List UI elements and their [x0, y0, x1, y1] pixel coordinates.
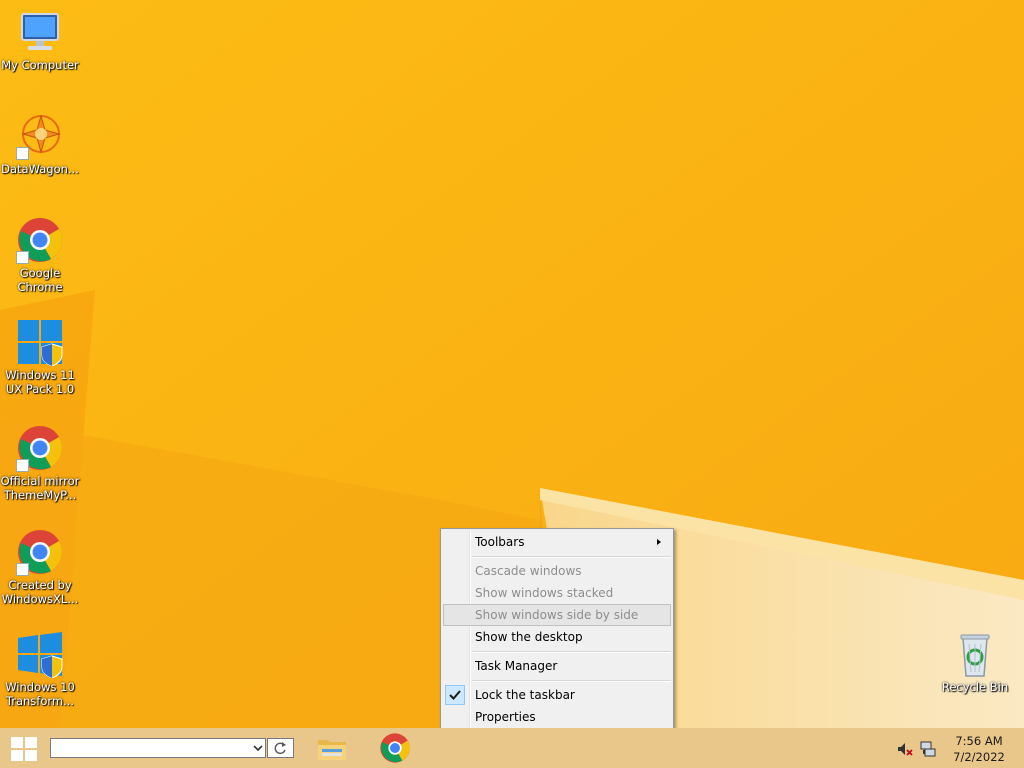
- desktop-icon-label: Created by WindowsXL...: [1, 578, 79, 606]
- shortcut-arrow-icon: [16, 459, 29, 472]
- chrome-icon: [380, 733, 410, 763]
- address-search-box[interactable]: [50, 738, 266, 758]
- menu-item-cascade-windows[interactable]: Cascade windows: [443, 560, 671, 582]
- desktop-icon-label: DataWagon...: [1, 162, 79, 176]
- clock-date: 7/2/2022: [953, 750, 1005, 764]
- desktop-icon-official-mirror[interactable]: Official mirror ThemeMyP...: [0, 424, 80, 502]
- chevron-down-icon[interactable]: [253, 745, 263, 752]
- menu-item-show-the-desktop[interactable]: Show the desktop: [443, 626, 671, 648]
- clock-time: 7:56 AM: [955, 734, 1003, 748]
- shortcut-arrow-icon: [16, 251, 29, 264]
- menu-item-label: Task Manager: [475, 659, 558, 673]
- checkmark-box: [445, 685, 465, 705]
- menu-item-lock-the-taskbar[interactable]: Lock the taskbar: [443, 684, 671, 706]
- menu-item-label: Cascade windows: [475, 564, 582, 578]
- windows-shield-icon: [16, 318, 64, 367]
- desktop-icon-label: Windows 10 Transform...: [5, 680, 75, 708]
- chrome-icon: [16, 216, 64, 264]
- desktop-icon-windows-11-ux-pack[interactable]: Windows 11 UX Pack 1.0: [0, 318, 80, 396]
- submenu-arrow-icon: [657, 539, 661, 545]
- menu-separator: [472, 556, 671, 558]
- taskbar-google-chrome[interactable]: [379, 732, 411, 764]
- menu-item-properties[interactable]: Properties: [443, 706, 671, 728]
- menu-item-show-windows-stacked[interactable]: Show windows stacked: [443, 582, 671, 604]
- menu-item-label: Show windows side by side: [475, 608, 639, 622]
- datawagon-icon: [16, 112, 64, 160]
- folder-icon: [318, 740, 346, 760]
- taskbar-file-explorer[interactable]: [316, 732, 348, 764]
- refresh-button[interactable]: [267, 738, 294, 758]
- network-icon[interactable]: [920, 741, 936, 757]
- checkmark-icon: [449, 690, 461, 700]
- windows-shield-icon: [16, 630, 64, 679]
- taskbar-context-menu: Toolbars Cascade windows Show windows st…: [440, 528, 674, 732]
- desktop-icon-datawagon[interactable]: DataWagon...: [0, 112, 80, 176]
- refresh-icon: [274, 742, 286, 755]
- computer-icon: [16, 8, 64, 56]
- shortcut-arrow-icon: [16, 563, 29, 576]
- desktop-icon-label: Windows 11 UX Pack 1.0: [5, 368, 75, 396]
- shortcut-arrow-icon: [16, 147, 29, 160]
- menu-item-task-manager[interactable]: Task Manager: [443, 655, 671, 677]
- menu-item-label: Toolbars: [475, 535, 525, 549]
- desktop-icon-google-chrome[interactable]: Google Chrome: [0, 216, 80, 294]
- menu-item-label: Show the desktop: [475, 630, 583, 644]
- speaker-muted-icon[interactable]: [897, 741, 913, 757]
- menu-item-label: Show windows stacked: [475, 586, 614, 600]
- desktop-icon-my-computer[interactable]: My Computer: [0, 8, 80, 72]
- desktop-icon-created-by[interactable]: Created by WindowsXL...: [0, 528, 80, 606]
- chrome-icon: [16, 424, 64, 472]
- desktop-icon-recycle-bin[interactable]: Recycle Bin: [935, 630, 1015, 694]
- menu-item-label: Lock the taskbar: [475, 688, 575, 702]
- menu-item-label: Properties: [475, 710, 536, 724]
- windows-logo-icon: [11, 737, 37, 761]
- taskbar[interactable]: 7:56 AM 7/2/2022: [0, 728, 1024, 768]
- system-clock[interactable]: 7:56 AM 7/2/2022: [944, 733, 1014, 765]
- desktop-icon-label: Google Chrome: [17, 266, 63, 294]
- menu-separator: [472, 680, 671, 682]
- chrome-icon: [16, 528, 64, 576]
- desktop-icon-label: My Computer: [1, 58, 79, 72]
- menu-separator: [472, 651, 671, 653]
- search-input[interactable]: [53, 740, 243, 756]
- desktop-icon-windows-10-transform[interactable]: Windows 10 Transform...: [0, 630, 80, 708]
- menu-item-toolbars[interactable]: Toolbars: [443, 531, 671, 553]
- menu-item-show-windows-side-by-side[interactable]: Show windows side by side: [443, 604, 671, 626]
- desktop-icon-label: Recycle Bin: [941, 680, 1009, 694]
- recycle-bin-icon: [951, 630, 999, 678]
- desktop-icon-label: Official mirror ThemeMyP...: [0, 474, 80, 502]
- start-button[interactable]: [10, 736, 38, 762]
